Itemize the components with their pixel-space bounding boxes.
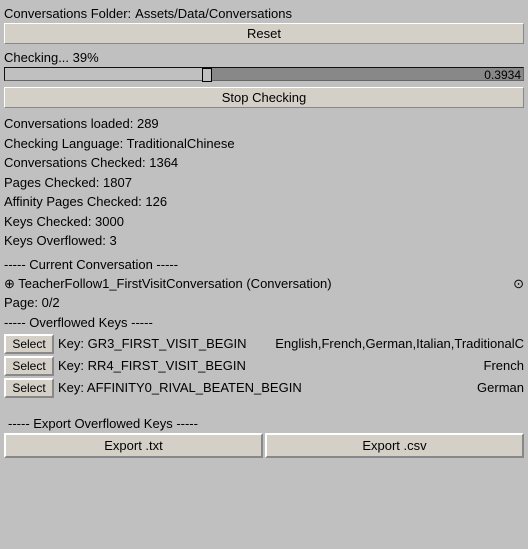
key-row-1: Select Key: GR3_FIRST_VISIT_BEGIN Englis… bbox=[4, 334, 524, 354]
folder-value: Assets/Data/Conversations bbox=[135, 6, 292, 21]
key-lang-2: French bbox=[484, 358, 524, 373]
current-conversation-divider: ----- Current Conversation ----- bbox=[0, 253, 528, 274]
progress-label: Checking... 39% bbox=[4, 50, 524, 65]
progress-fill bbox=[5, 68, 207, 80]
overflowed-keys-section: Select Key: GR3_FIRST_VISIT_BEGIN Englis… bbox=[0, 332, 528, 402]
main-container: Conversations Folder: Assets/Data/Conver… bbox=[0, 0, 528, 549]
reset-button[interactable]: Reset bbox=[4, 23, 524, 44]
checking-language: Checking Language: TraditionalChinese bbox=[4, 134, 524, 154]
key-row-3: Select Key: AFFINITY0_RIVAL_BEATEN_BEGIN… bbox=[4, 378, 524, 398]
export-txt-button[interactable]: Export .txt bbox=[4, 433, 263, 458]
progress-bar: 0.3934 bbox=[4, 67, 524, 81]
select-button-2[interactable]: Select bbox=[4, 356, 54, 376]
progress-section: Checking... 39% 0.3934 bbox=[0, 46, 528, 85]
export-divider: ----- Export Overflowed Keys ----- bbox=[4, 412, 524, 433]
key-lang-1: English,French,German,Italian,Traditiona… bbox=[275, 336, 524, 351]
conversations-checked: Conversations Checked: 1364 bbox=[4, 153, 524, 173]
key-name-3: Key: AFFINITY0_RIVAL_BEATEN_BEGIN bbox=[58, 380, 477, 395]
conversation-icon[interactable]: ⊙ bbox=[513, 276, 524, 292]
export-csv-button[interactable]: Export .csv bbox=[265, 433, 524, 458]
key-row-2: Select Key: RR4_FIRST_VISIT_BEGIN French bbox=[4, 356, 524, 376]
folder-label: Conversations Folder: bbox=[4, 6, 131, 21]
export-section: ----- Export Overflowed Keys ----- Expor… bbox=[0, 408, 528, 460]
conversations-loaded: Conversations loaded: 289 bbox=[4, 114, 524, 134]
pages-checked: Pages Checked: 1807 bbox=[4, 173, 524, 193]
stop-checking-button[interactable]: Stop Checking bbox=[4, 87, 524, 108]
export-buttons: Export .txt Export .csv bbox=[4, 433, 524, 458]
keys-checked: Keys Checked: 3000 bbox=[4, 212, 524, 232]
key-name-1: Key: GR3_FIRST_VISIT_BEGIN bbox=[58, 336, 275, 351]
current-conversation-row: ⊕ TeacherFollow1_FirstVisitConversation … bbox=[0, 274, 528, 294]
conversation-name: ⊕ TeacherFollow1_FirstVisitConversation … bbox=[4, 276, 513, 292]
affinity-pages-checked: Affinity Pages Checked: 126 bbox=[4, 192, 524, 212]
key-name-2: Key: RR4_FIRST_VISIT_BEGIN bbox=[58, 358, 484, 373]
keys-overflowed: Keys Overflowed: 3 bbox=[4, 231, 524, 251]
select-button-3[interactable]: Select bbox=[4, 378, 54, 398]
info-section: Conversations loaded: 289 Checking Langu… bbox=[0, 112, 528, 253]
select-button-1[interactable]: Select bbox=[4, 334, 54, 354]
progress-value: 0.3934 bbox=[484, 68, 521, 82]
key-lang-3: German bbox=[477, 380, 524, 395]
folder-row: Conversations Folder: Assets/Data/Conver… bbox=[0, 4, 528, 23]
page-info: Page: 0/2 bbox=[0, 294, 528, 311]
overflowed-keys-divider: ----- Overflowed Keys ----- bbox=[0, 311, 528, 332]
progress-thumb[interactable] bbox=[202, 68, 212, 82]
